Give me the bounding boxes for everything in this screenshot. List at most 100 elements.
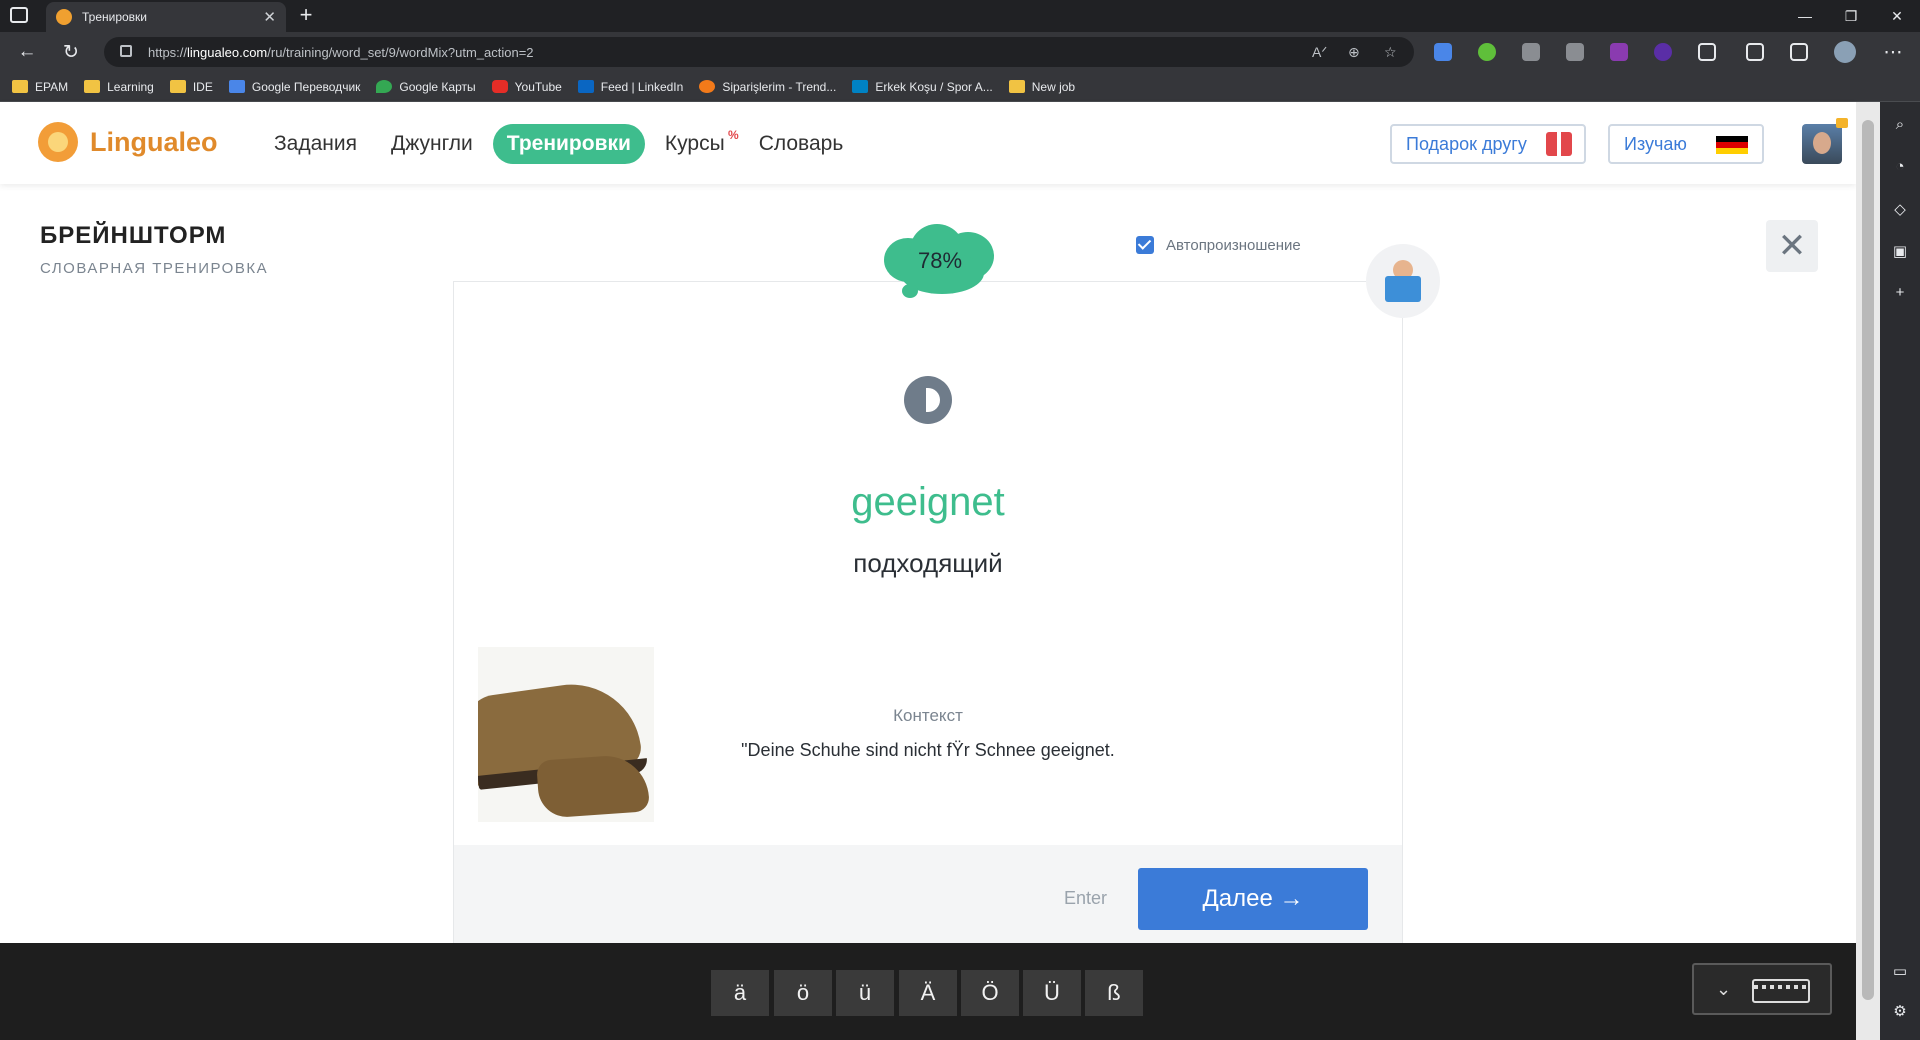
close-window-button[interactable]: ✕ bbox=[1874, 0, 1920, 32]
keyboard-toggle-button[interactable]: ⌄ bbox=[1692, 963, 1832, 1015]
restore-button[interactable]: ❐ bbox=[1828, 0, 1874, 32]
key-eszett[interactable]: ß bbox=[1085, 970, 1143, 1016]
scrollbar-thumb[interactable] bbox=[1862, 120, 1874, 1000]
gift-friend-button[interactable]: Подарок другу bbox=[1390, 124, 1586, 164]
lion-logo-icon bbox=[38, 122, 78, 162]
close-tab-icon[interactable]: ✕ bbox=[263, 8, 276, 26]
foreign-word: geeignet bbox=[851, 480, 1005, 524]
nav-trainings[interactable]: Тренировки bbox=[492, 124, 645, 164]
bookmark-learning[interactable]: Learning bbox=[84, 80, 154, 94]
folder-icon bbox=[84, 80, 101, 93]
linkedin-icon bbox=[577, 80, 594, 93]
nav-courses-label: Курсы bbox=[664, 132, 725, 155]
training-subtitle: СЛОВАРНАЯ ТРЕНИРОВКА bbox=[40, 260, 269, 277]
favorites-icon[interactable] bbox=[1746, 43, 1764, 61]
word-translation: подходящий bbox=[853, 548, 1003, 578]
context-label: Контекст bbox=[893, 706, 963, 725]
key-O-umlaut[interactable]: Ö bbox=[961, 970, 1019, 1016]
extension-icon-4[interactable] bbox=[1566, 43, 1584, 61]
more-menu-icon[interactable]: ⋯ bbox=[1878, 38, 1908, 66]
bookmark-epam[interactable]: EPAM bbox=[12, 80, 68, 94]
games-icon[interactable]: ◇ bbox=[1890, 200, 1910, 220]
bookmark-label: EPAM bbox=[35, 79, 69, 94]
bookmark-google-maps[interactable]: Google Карты bbox=[376, 80, 476, 94]
zoom-icon[interactable]: ⊕ bbox=[1348, 44, 1360, 61]
folder-icon bbox=[1008, 80, 1025, 93]
outlook-icon[interactable]: ▣ bbox=[1890, 242, 1910, 262]
settings-gear-icon[interactable]: ⚙ bbox=[1890, 1002, 1910, 1022]
read-aloud-icon[interactable]: Aᐟ bbox=[1312, 44, 1327, 61]
bookmark-youtube[interactable]: YouTube bbox=[491, 80, 562, 94]
reader-icon bbox=[1366, 244, 1440, 318]
add-app-icon[interactable]: + bbox=[1890, 284, 1910, 304]
autopronounce-toggle[interactable]: Автопроизношение bbox=[1136, 236, 1301, 254]
bookmark-label: Learning bbox=[107, 79, 154, 94]
autopronounce-checkbox[interactable] bbox=[1136, 236, 1154, 254]
google-translate-icon bbox=[228, 80, 245, 93]
extension-icon-6[interactable] bbox=[1654, 43, 1672, 61]
tab-actions-icon[interactable] bbox=[10, 7, 28, 23]
key-o-umlaut[interactable]: ö bbox=[774, 970, 832, 1016]
youtube-icon bbox=[491, 80, 508, 93]
profile-avatar-icon[interactable] bbox=[1834, 41, 1856, 63]
close-training-button[interactable]: ✕ bbox=[1766, 220, 1818, 272]
bookmark-decathlon[interactable]: Erkek Koşu / Spor A... bbox=[852, 79, 993, 94]
new-tab-button[interactable]: + bbox=[292, 2, 320, 28]
translate-extension-icon[interactable] bbox=[1434, 43, 1452, 61]
collections-icon[interactable] bbox=[1790, 43, 1808, 61]
context-sentence: "Deine Schuhe sind nicht fŸr Schnee geei… bbox=[741, 740, 1115, 760]
nav-courses[interactable]: Курсы% bbox=[651, 124, 739, 164]
extensions-puzzle-icon[interactable] bbox=[1698, 43, 1716, 61]
autopronounce-label: Автопроизношение bbox=[1166, 236, 1301, 254]
extension-icon-3[interactable] bbox=[1522, 43, 1540, 61]
bookmark-new-job[interactable]: New job bbox=[1008, 80, 1075, 94]
browser-tab[interactable]: Тренировки ✕ bbox=[46, 2, 286, 32]
bookmark-label: Feed | LinkedIn bbox=[600, 79, 684, 94]
learning-language-button[interactable]: Изучаю bbox=[1608, 124, 1764, 164]
minimize-button[interactable]: — bbox=[1782, 0, 1828, 32]
sidebar-layout-icon[interactable]: ▭ bbox=[1890, 962, 1910, 982]
shoe-image bbox=[478, 647, 654, 822]
site-header: Lingualeo Задания Джунгли Тренировки Кур… bbox=[0, 102, 1856, 184]
bookmark-linkedin[interactable]: Feed | LinkedIn bbox=[577, 79, 684, 94]
bookmark-label: Siparişlerim - Trend... bbox=[722, 79, 837, 94]
gift-icon bbox=[1546, 132, 1572, 156]
lingualeo-logo[interactable]: Lingualeo bbox=[38, 122, 218, 162]
premium-crown-icon bbox=[1836, 118, 1848, 128]
bookmark-label: Erkek Koşu / Spor A... bbox=[875, 79, 993, 94]
key-U-umlaut[interactable]: Ü bbox=[1023, 970, 1081, 1016]
search-icon[interactable]: ⌕ bbox=[1890, 116, 1910, 136]
chevron-down-icon: ⌄ bbox=[1716, 979, 1732, 999]
decathlon-icon bbox=[852, 80, 869, 93]
reload-icon[interactable]: ↻ bbox=[56, 38, 86, 66]
key-a-umlaut[interactable]: ä bbox=[711, 970, 769, 1016]
favorite-star-icon[interactable]: ☆ bbox=[1384, 44, 1397, 61]
grammarly-extension-icon[interactable] bbox=[1478, 43, 1496, 61]
nav-jungle[interactable]: Джунгли bbox=[377, 124, 487, 164]
copilot-icon[interactable]: ◔ bbox=[1890, 158, 1910, 178]
url-field[interactable]: https://lingualeo.com/ru/training/word_s… bbox=[104, 37, 1414, 67]
address-bar-row: ← ↻ https://lingualeo.com/ru/training/wo… bbox=[0, 32, 1920, 72]
key-A-umlaut[interactable]: Ä bbox=[899, 970, 957, 1016]
url-path: /ru/training/word_set/9/wordMix?utm_acti… bbox=[267, 44, 534, 60]
next-button[interactable]: Далее → bbox=[1138, 868, 1368, 930]
folder-icon bbox=[169, 80, 186, 93]
bookmark-ide[interactable]: IDE bbox=[169, 79, 213, 94]
bookmark-google-translate[interactable]: Google Переводчик bbox=[228, 80, 360, 94]
nav-dictionary[interactable]: Словарь bbox=[745, 124, 858, 164]
speaker-icon[interactable] bbox=[904, 376, 952, 424]
lingualeo-favicon-icon bbox=[56, 9, 72, 25]
back-icon[interactable]: ← bbox=[12, 38, 42, 66]
extension-icon-5[interactable] bbox=[1610, 43, 1628, 61]
edge-sidebar: ⌕ ◔ ◇ ▣ + ▭ ⚙ bbox=[1880, 102, 1920, 1040]
nav-tasks[interactable]: Задания bbox=[260, 124, 371, 164]
learning-button-label: Изучаю bbox=[1624, 133, 1687, 154]
logo-text: Lingualeo bbox=[90, 126, 218, 157]
bookmark-trendyol[interactable]: Siparişlerim - Trend... bbox=[699, 80, 836, 94]
page-scrollbar[interactable] bbox=[1856, 102, 1880, 1040]
bookmark-label: IDE bbox=[192, 79, 213, 94]
user-avatar[interactable] bbox=[1802, 124, 1842, 164]
key-u-umlaut[interactable]: ü bbox=[836, 970, 894, 1016]
gift-button-label: Подарок другу bbox=[1406, 133, 1527, 154]
url-host: lingualeo.com bbox=[187, 44, 268, 60]
